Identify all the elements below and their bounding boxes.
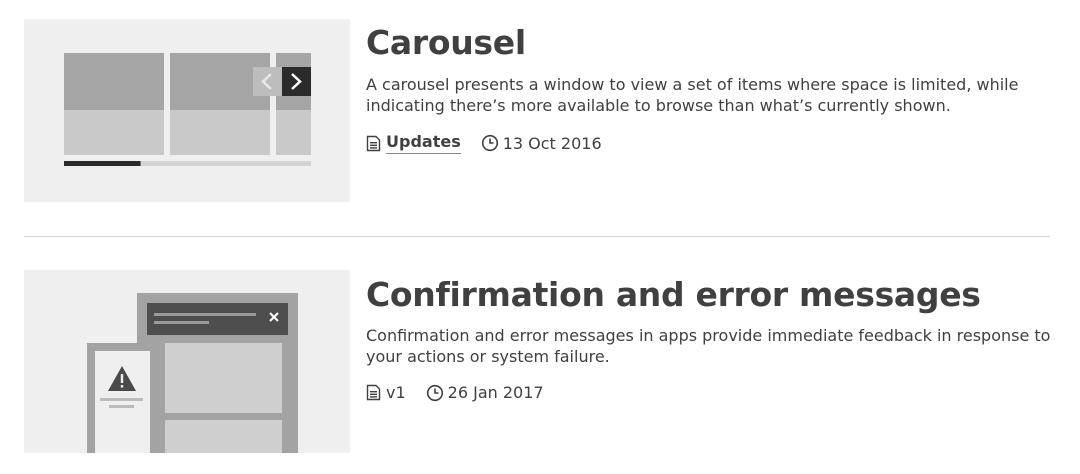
article-title[interactable]: Confirmation and error messages bbox=[366, 278, 1056, 311]
carousel-illustration bbox=[64, 53, 311, 166]
article-description: Confirmation and error messages in apps … bbox=[366, 326, 1051, 366]
confirmation-illustration bbox=[87, 293, 298, 453]
date-item: 13 Oct 2016 bbox=[481, 134, 602, 153]
article-meta: v1 26 Jan 2017 bbox=[366, 383, 1056, 402]
updates-link[interactable]: Updates bbox=[386, 132, 461, 154]
carousel-prev-icon bbox=[253, 67, 282, 96]
date-item: 26 Jan 2017 bbox=[426, 383, 544, 402]
carousel-thumbnail[interactable] bbox=[24, 19, 350, 202]
article-meta: Updates 13 Oct 2016 bbox=[366, 132, 1056, 154]
carousel-progress-bar bbox=[64, 161, 141, 166]
article-description: A carousel presents a window to view a s… bbox=[366, 75, 1019, 115]
document-icon bbox=[366, 135, 381, 151]
article-date: 26 Jan 2017 bbox=[447, 383, 544, 402]
article-content: Carousel A carousel presents a window to… bbox=[366, 19, 1056, 154]
version-item: v1 bbox=[366, 383, 406, 402]
article-content: Confirmation and error messages Confirma… bbox=[366, 270, 1056, 402]
carousel-next-icon bbox=[282, 67, 311, 96]
clock-icon bbox=[426, 384, 443, 401]
confirmation-thumbnail[interactable] bbox=[24, 270, 350, 453]
document-icon bbox=[366, 384, 381, 401]
article-title[interactable]: Carousel bbox=[366, 26, 1056, 59]
article-date: 13 Oct 2016 bbox=[502, 133, 602, 153]
updates-link-item[interactable]: Updates bbox=[366, 132, 461, 154]
clock-icon bbox=[481, 134, 498, 152]
version-label: v1 bbox=[386, 383, 406, 402]
divider bbox=[24, 236, 1050, 237]
